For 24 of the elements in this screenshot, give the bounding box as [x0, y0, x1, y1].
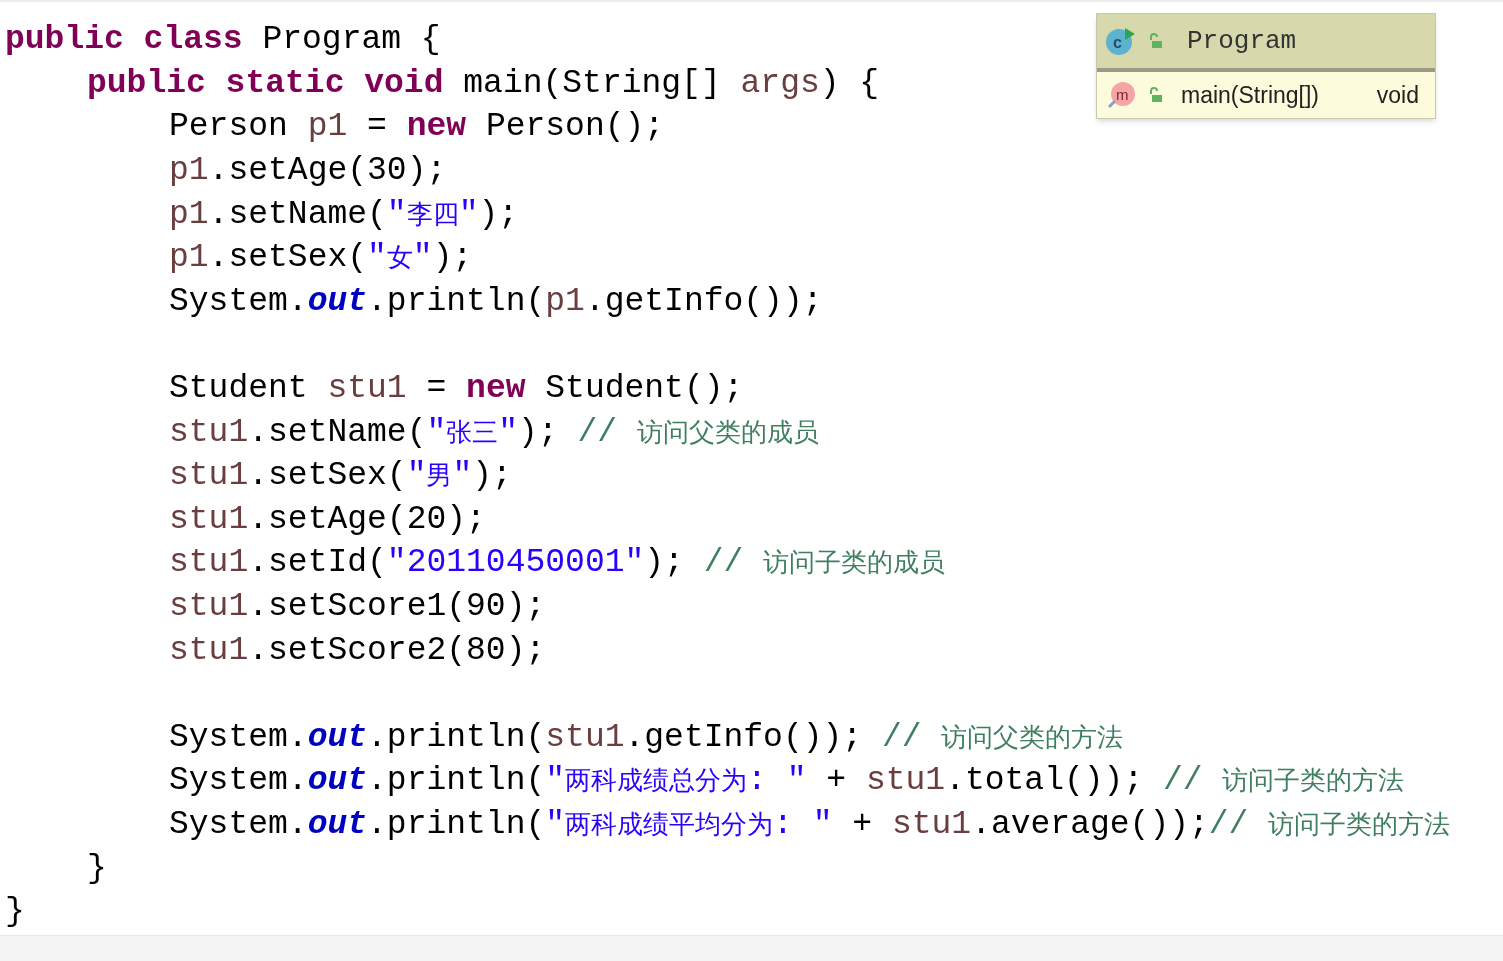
code-line: stu1.setScore1(90); — [169, 590, 546, 623]
code-line: System.out.println("两科成绩总分为: " + stu1.total()); // 访问子类的方法 — [169, 764, 1405, 798]
code-line: stu1.setAge(20); — [169, 502, 486, 536]
code-line: stu1.setScore2(80); — [169, 633, 546, 667]
code-line: stu1.setSex("男"); — [169, 459, 512, 493]
code-line: } — [5, 895, 25, 929]
code-line: p1.setName("李四"); — [169, 197, 519, 231]
code-line: stu1.setName("张三"); // 访问父类的成员 — [169, 415, 819, 449]
code-line: System.out.println("两科成绩平均分为: " + stu1.average());// 访问子类的方法 — [169, 808, 1451, 841]
code-line: public static void main(String[] args) { — [87, 66, 880, 100]
code-line: p1.setSex("女"); — [169, 241, 473, 275]
padlock-icon — [1149, 33, 1163, 49]
code-line: public class Program { — [5, 23, 441, 57]
class-name[interactable]: Program — [1187, 21, 1297, 61]
code-line: p1.setAge(30); — [169, 154, 447, 188]
code-line: } — [87, 851, 107, 885]
padlock-icon — [1149, 87, 1163, 103]
code-line: stu1.setId("20110450001"); // 访问子类的成员 — [169, 546, 946, 580]
method-signature[interactable]: main(String[]) — [1181, 77, 1320, 113]
return-type: void — [1376, 80, 1419, 110]
code-line: System.out.println(stu1.getInfo()); // 访问父类的方法 — [169, 720, 1124, 754]
code-line: System.out.println(p1.getInfo()); — [169, 284, 823, 318]
code-line: Student stu1 = new Student(); — [169, 372, 744, 406]
code-line: Person p1 = new Person(); — [169, 110, 665, 144]
